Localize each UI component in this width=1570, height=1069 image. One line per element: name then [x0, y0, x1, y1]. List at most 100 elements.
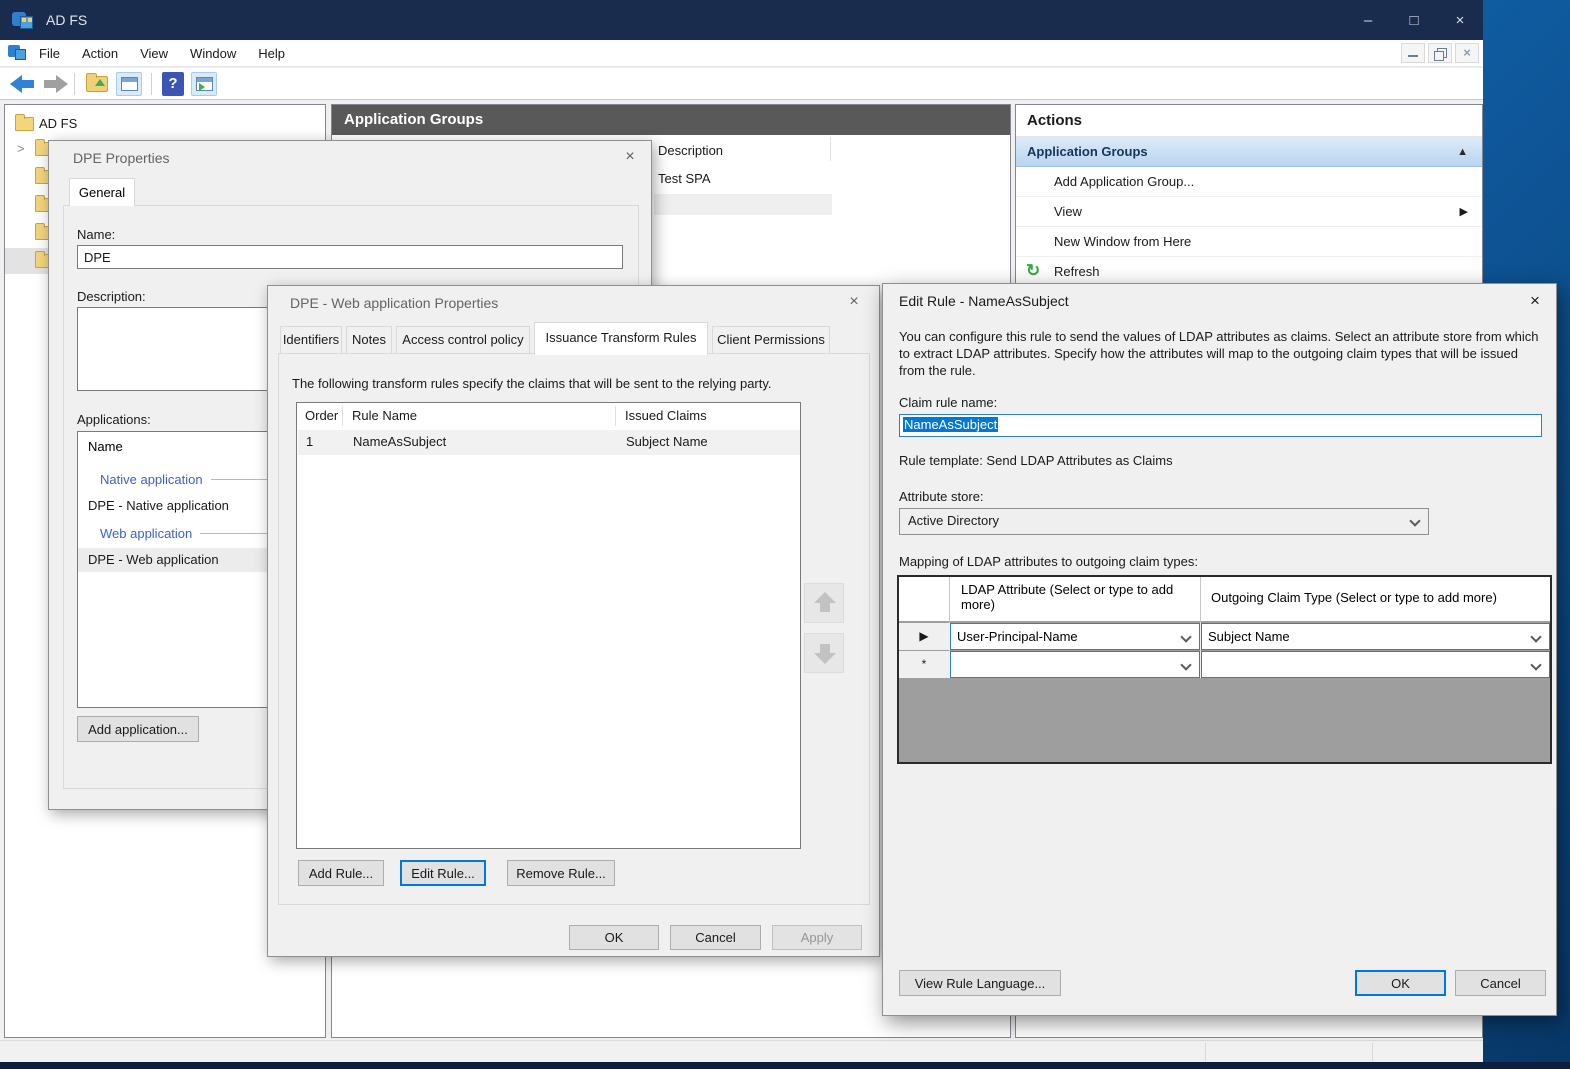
toolbar-separator [151, 73, 152, 95]
chevron-down-icon [1180, 631, 1191, 642]
chevron-down-icon [1530, 631, 1541, 642]
show-action-pane-icon[interactable] [191, 72, 217, 96]
new-row-marker-icon: * [899, 651, 949, 678]
description-label: Description: [77, 289, 146, 304]
ldap-attribute-select-new[interactable] [950, 651, 1200, 678]
show-console-tree-icon[interactable] [116, 72, 142, 96]
tab-notes[interactable]: Notes [346, 326, 392, 354]
selected-text: NameAsSubject [903, 417, 998, 432]
move-rule-down-button [804, 633, 844, 673]
mapping-grid: LDAP Attribute (Select or type to add mo… [897, 575, 1552, 764]
dialog-title: DPE - Web application Properties [290, 295, 498, 311]
action-view[interactable]: View ▶ [1016, 197, 1482, 227]
webapp-properties-dialog: DPE - Web application Properties × Ident… [267, 285, 880, 957]
results-pane-title: Application Groups [332, 105, 1010, 135]
actions-group-application-groups[interactable]: Application Groups ▲ [1016, 137, 1482, 167]
move-rule-up-button [804, 583, 844, 623]
selected-list-row[interactable] [654, 194, 832, 215]
dialog-title: DPE Properties [73, 150, 169, 166]
minimize-icon[interactable]: – [1345, 0, 1391, 40]
status-bar [0, 1040, 1483, 1062]
cancel-button[interactable]: Cancel [1455, 970, 1546, 996]
remove-rule-button[interactable]: Remove Rule... [507, 860, 615, 886]
tab-identifiers[interactable]: Identifiers [280, 326, 342, 354]
chevron-down-icon [1409, 515, 1420, 526]
add-rule-button[interactable]: Add Rule... [298, 860, 384, 886]
taskbar[interactable] [0, 1062, 1570, 1069]
adfs-app-icon [12, 10, 34, 30]
outgoing-claim-type-select[interactable]: Subject Name [1201, 623, 1550, 650]
child-close-icon[interactable]: × [1455, 43, 1479, 63]
child-restore-icon[interactable] [1428, 43, 1452, 63]
rule-template-text: Rule template: Send LDAP Attributes as C… [899, 453, 1173, 468]
help-icon[interactable]: ? [162, 72, 184, 96]
mapping-row-new: * [899, 651, 1550, 678]
maximize-icon[interactable]: □ [1391, 0, 1437, 40]
child-minimize-icon[interactable] [1401, 43, 1425, 63]
toolbar: ? [0, 68, 1483, 100]
forward-icon[interactable] [42, 75, 68, 93]
grid-column-ldap-attribute: LDAP Attribute (Select or type to add mo… [961, 582, 1191, 612]
up-one-level-icon[interactable] [86, 76, 108, 92]
column-header-description[interactable]: Description [658, 143, 723, 158]
rule-row-nameassubject[interactable]: 1 NameAsSubject Subject Name [298, 430, 800, 455]
grid-column-outgoing-claim-type: Outgoing Claim Type (Select or type to a… [1211, 590, 1551, 605]
attribute-store-select[interactable]: Active Directory [899, 508, 1429, 535]
applications-label: Applications: [77, 412, 151, 427]
menu-help[interactable]: Help [247, 42, 296, 65]
tab-general[interactable]: General [69, 178, 135, 206]
column-rule-name[interactable]: Rule Name [352, 408, 417, 423]
menu-window[interactable]: Window [179, 42, 247, 65]
name-input[interactable] [77, 245, 623, 269]
collapse-caret-icon[interactable]: ▲ [1457, 146, 1468, 158]
current-row-marker-icon: ▶ [899, 623, 949, 650]
ok-button[interactable]: OK [1355, 970, 1446, 996]
transform-rules-table: Order Rule Name Issued Claims 1 NameAsSu… [296, 402, 801, 849]
close-icon[interactable]: × [1437, 0, 1483, 40]
dialog-title-bar: DPE - Web application Properties × [268, 286, 879, 320]
column-order[interactable]: Order [305, 408, 338, 423]
ok-button[interactable]: OK [569, 925, 659, 950]
edit-rule-button[interactable]: Edit Rule... [400, 860, 486, 886]
rule-description: You can configure this rule to send the … [899, 328, 1547, 379]
actions-pane-title: Actions [1016, 105, 1482, 137]
tree-item-adfs-root[interactable]: AD FS [5, 111, 325, 137]
window-title: AD FS [46, 12, 87, 28]
tab-issuance-transform-rules[interactable]: Issuance Transform Rules [534, 322, 708, 355]
outgoing-claim-type-select-new[interactable] [1201, 651, 1550, 678]
child-window-controls: × [1401, 43, 1479, 63]
edit-rule-dialog: Edit Rule - NameAsSubject × You can conf… [882, 283, 1557, 1016]
cancel-button[interactable]: Cancel [670, 925, 761, 950]
claim-rule-name-input[interactable]: NameAsSubject [899, 414, 1542, 437]
status-divider [1205, 1043, 1206, 1061]
add-application-button[interactable]: Add application... [77, 716, 199, 742]
dialog-title-bar: Edit Rule - NameAsSubject × [883, 284, 1556, 318]
column-issued-claims[interactable]: Issued Claims [625, 408, 707, 423]
submenu-caret-icon: ▶ [1460, 205, 1468, 218]
menu-action[interactable]: Action [71, 42, 129, 65]
list-cell-description[interactable]: Test SPA [658, 171, 711, 186]
refresh-icon: ↻ [1026, 261, 1040, 281]
status-divider [1372, 1043, 1373, 1061]
tab-client-permissions[interactable]: Client Permissions [712, 326, 830, 354]
view-rule-language-button[interactable]: View Rule Language... [899, 970, 1061, 996]
close-icon[interactable]: × [619, 148, 641, 166]
apply-button: Apply [772, 925, 862, 950]
dialog-title: Edit Rule - NameAsSubject [899, 293, 1069, 309]
mapping-row-1: ▶ User-Principal-Name Subject Name [899, 623, 1550, 650]
back-icon[interactable] [10, 75, 36, 93]
close-icon[interactable]: × [843, 293, 865, 311]
mapping-label: Mapping of LDAP attributes to outgoing c… [899, 554, 1198, 569]
menu-view[interactable]: View [129, 42, 179, 65]
attribute-store-label: Attribute store: [899, 489, 984, 504]
menu-file[interactable]: File [28, 42, 71, 65]
ldap-attribute-select[interactable]: User-Principal-Name [950, 623, 1200, 650]
list-column-name[interactable]: Name [88, 439, 123, 454]
expander-icon[interactable]: > [17, 141, 25, 156]
close-icon[interactable]: × [1524, 291, 1546, 311]
action-add-application-group[interactable]: Add Application Group... [1016, 167, 1482, 197]
action-new-window[interactable]: New Window from Here [1016, 227, 1482, 257]
name-label: Name: [77, 227, 115, 242]
column-divider[interactable] [830, 137, 831, 161]
tab-access-control-policy[interactable]: Access control policy [396, 326, 530, 354]
